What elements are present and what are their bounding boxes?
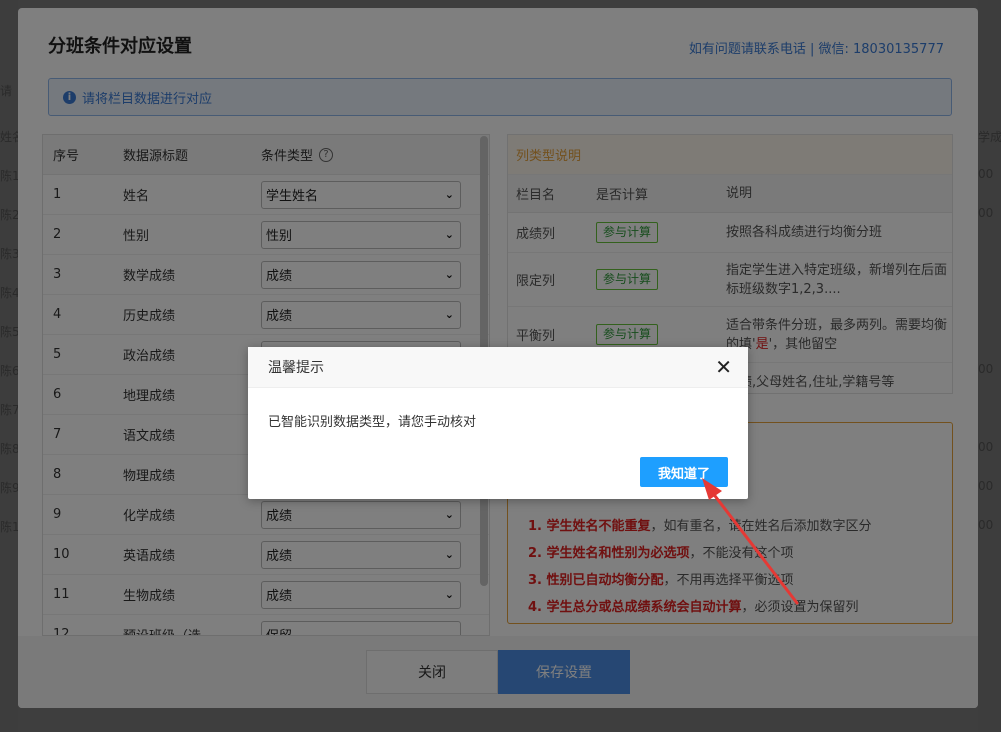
notice-dialog-header: 温馨提示 ✕ [248,347,748,388]
notice-dialog: 温馨提示 ✕ 已智能识别数据类型，请您手动核对 我知道了 [248,347,748,499]
notice-dialog-message: 已智能识别数据类型，请您手动核对 [268,415,477,430]
notice-dialog-title: 温馨提示 [268,360,324,376]
close-icon[interactable]: ✕ [715,357,732,377]
acknowledge-button[interactable]: 我知道了 [640,457,728,487]
